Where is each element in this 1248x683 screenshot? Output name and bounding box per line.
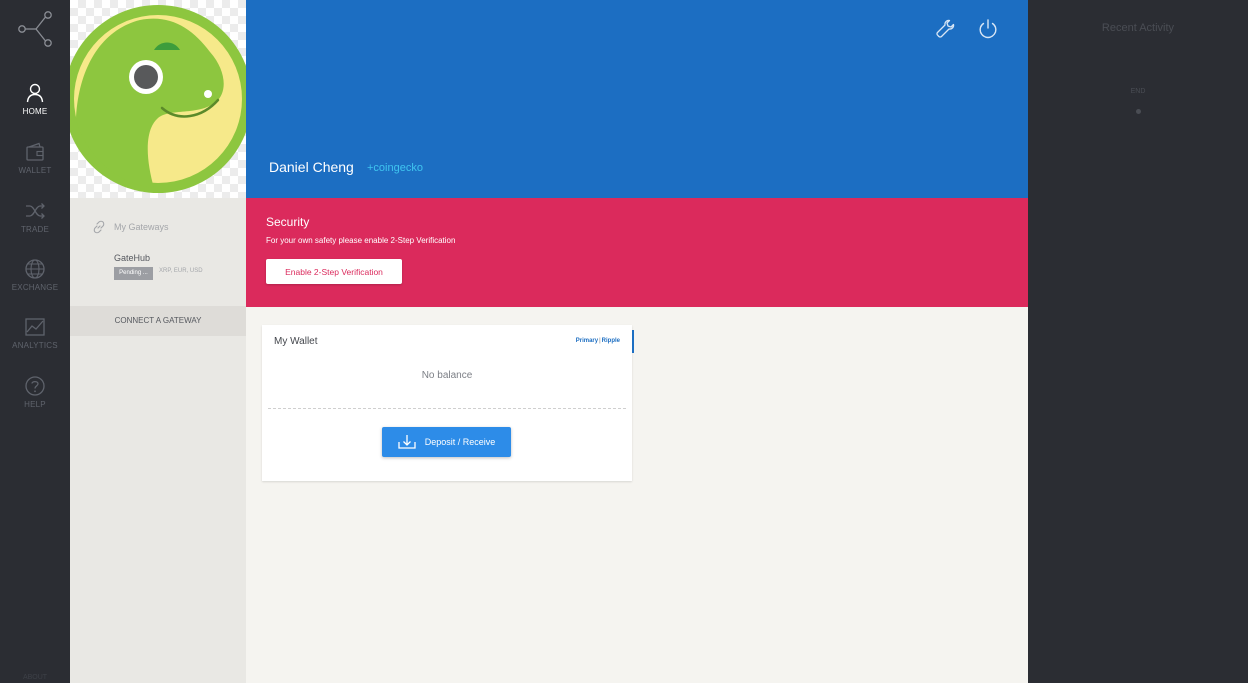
- enable-2fa-button[interactable]: Enable 2-Step Verification: [266, 259, 402, 284]
- nav-item-trade[interactable]: TRADE: [0, 200, 70, 250]
- activity-end-dot: [1136, 109, 1141, 114]
- recent-activity-title: Recent Activity: [1101, 22, 1175, 34]
- user-handle[interactable]: +coingecko: [367, 162, 423, 174]
- nav-label-wallet: WALLET: [18, 166, 52, 175]
- nav-item-help[interactable]: HELP: [0, 375, 70, 425]
- security-description: For your own safety please enable 2-Step…: [266, 236, 456, 245]
- security-banner: Security For your own safety please enab…: [246, 198, 1028, 307]
- left-nav: HOME WALLET TRADE EXCHANGE ANALYTICS HEL…: [0, 0, 70, 683]
- divider: [268, 408, 626, 409]
- nav-label-help: HELP: [24, 400, 46, 409]
- nav-item-home[interactable]: HOME: [0, 82, 70, 132]
- recent-activity-panel: Recent Activity END: [1028, 0, 1248, 683]
- status-badge: Pending ...: [114, 267, 153, 280]
- deposit-receive-button[interactable]: Deposit / Receive: [382, 427, 511, 457]
- gateways-title: My Gateways: [114, 222, 169, 232]
- tab-primary[interactable]: Primary: [576, 338, 598, 344]
- tab-ripple[interactable]: Ripple: [602, 338, 620, 344]
- nav-item-exchange[interactable]: EXCHANGE: [0, 258, 70, 308]
- power-icon[interactable]: [976, 17, 1000, 41]
- link-icon: [93, 220, 105, 234]
- security-title: Security: [266, 215, 310, 229]
- download-tray-icon: [398, 435, 416, 449]
- profile-column: My Gateways GateHub Pending ... XRP, EUR…: [70, 0, 246, 683]
- gateway-name[interactable]: GateHub: [114, 253, 150, 263]
- connect-gateway-button[interactable]: CONNECT A GATEWAY: [70, 306, 246, 336]
- nav-label-exchange: EXCHANGE: [11, 283, 59, 292]
- nav-item-wallet[interactable]: WALLET: [0, 141, 70, 191]
- wrench-icon[interactable]: [934, 17, 958, 41]
- wallet-card: My Wallet Primary|Ripple No balance Depo…: [262, 325, 634, 481]
- wallet-tabs: Primary|Ripple: [576, 338, 620, 344]
- nav-label-analytics: ANALYTICS: [12, 341, 58, 350]
- profile-header: Daniel Cheng +coingecko: [246, 0, 1028, 198]
- user-icon: [26, 83, 44, 103]
- activity-end-label: END: [1130, 88, 1146, 95]
- wallet-card-accent: [632, 330, 634, 353]
- nav-label-trade: TRADE: [20, 225, 50, 234]
- avatar[interactable]: [70, 0, 246, 198]
- globe-icon: [25, 259, 45, 279]
- deposit-label: Deposit / Receive: [424, 437, 496, 447]
- nav-label-home: HOME: [22, 107, 48, 116]
- gateways-heading: My Gateways: [92, 220, 169, 234]
- nav-item-analytics[interactable]: ANALYTICS: [0, 316, 70, 366]
- wallet-empty-text: No balance: [421, 370, 473, 381]
- network-nodes-icon[interactable]: [14, 8, 56, 50]
- gateway-currencies: XRP, EUR, USD: [159, 268, 203, 274]
- chart-line-icon: [25, 318, 45, 336]
- wallet-title: My Wallet: [274, 336, 318, 347]
- nav-footer[interactable]: ABOUT: [0, 674, 70, 681]
- main-content: Daniel Cheng +coingecko Security For you…: [246, 0, 1028, 683]
- wallet-icon: [26, 142, 44, 161]
- coingecko-gecko-avatar: [70, 5, 246, 193]
- tab-separator: |: [599, 338, 601, 344]
- question-icon: [25, 376, 45, 396]
- user-name: Daniel Cheng: [269, 159, 354, 175]
- shuffle-icon: [26, 203, 45, 219]
